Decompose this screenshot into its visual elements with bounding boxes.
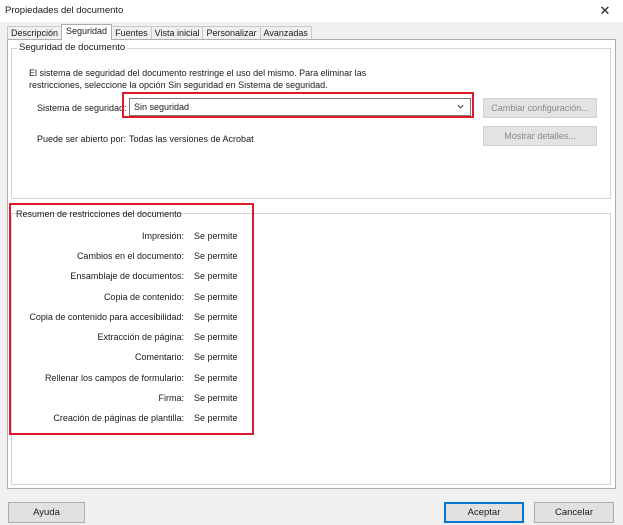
summary-row-value: Se permite (194, 312, 238, 322)
summary-row-label: Comentario: (134, 352, 184, 362)
summary-row-value: Se permite (194, 413, 238, 423)
summary-row-value: Se permite (194, 292, 238, 302)
summary-row-label: Copia de contenido: (103, 292, 184, 302)
summary-title: Resumen de restricciones del documento (16, 209, 182, 219)
open-by-value: Todas las versiones de Acrobat (129, 134, 254, 144)
dialog-body: Descripción Seguridad Fuentes Vista inic… (0, 22, 623, 525)
accept-button[interactable]: Aceptar (444, 502, 524, 523)
open-by-label: Puede ser abierto por: (37, 134, 127, 144)
security-group-title: Seguridad de documento (17, 42, 128, 53)
summary-row: Creación de páginas de plantilla: Se per… (0, 413, 360, 425)
security-system-label: Sistema de seguridad: (37, 103, 127, 113)
summary-row-value: Se permite (194, 352, 238, 362)
summary-row: Ensamblaje de documentos: Se permite (0, 271, 360, 283)
summary-row-label: Rellenar los campos de formulario: (44, 373, 184, 383)
summary-row-value: Se permite (194, 332, 238, 342)
cancel-button[interactable]: Cancelar (534, 502, 614, 523)
show-details-button[interactable]: Mostrar detalles... (483, 126, 597, 146)
summary-row: Impresión: Se permite (0, 231, 360, 243)
summary-row-value: Se permite (194, 393, 238, 403)
summary-row-value: Se permite (194, 231, 238, 241)
summary-row-label: Ensamblaje de documentos: (70, 271, 184, 281)
summary-row: Copia de contenido para accesibilidad: S… (0, 312, 360, 324)
change-settings-button[interactable]: Cambiar configuración... (483, 98, 597, 118)
tab-descripcion[interactable]: Descripción (7, 26, 63, 40)
title-bar: Propiedades del documento ✕ (0, 0, 623, 22)
chevron-down-icon (455, 102, 465, 112)
summary-row-value: Se permite (194, 271, 238, 281)
summary-row-label: Creación de páginas de plantilla: (53, 413, 184, 423)
tab-strip: Descripción Seguridad Fuentes Vista inic… (7, 24, 312, 40)
summary-row: Rellenar los campos de formulario: Se pe… (0, 373, 360, 385)
summary-row: Firma: Se permite (0, 393, 360, 405)
tab-vista-inicial[interactable]: Vista inicial (150, 26, 204, 40)
summary-row-label: Cambios en el documento: (76, 251, 184, 261)
tab-avanzadas[interactable]: Avanzadas (259, 26, 312, 40)
summary-row-label: Firma: (158, 393, 185, 403)
summary-row: Copia de contenido: Se permite (0, 292, 360, 304)
summary-row-label: Copia de contenido para accesibilidad: (29, 312, 184, 322)
tab-seguridad[interactable]: Seguridad (61, 24, 113, 40)
security-system-dropdown[interactable]: Sin seguridad (129, 98, 471, 116)
summary-row: Extracción de página: Se permite (0, 332, 360, 344)
summary-row-label: Impresión: (141, 231, 184, 241)
tab-personalizar[interactable]: Personalizar (202, 26, 261, 40)
summary-row-value: Se permite (194, 373, 238, 383)
summary-row: Cambios en el documento: Se permite (0, 251, 360, 263)
tab-fuentes[interactable]: Fuentes (111, 26, 152, 40)
window-title: Propiedades del documento (5, 5, 124, 16)
help-button[interactable]: Ayuda (8, 502, 85, 523)
close-icon[interactable]: ✕ (595, 2, 615, 20)
security-description: El sistema de seguridad del documento re… (29, 68, 367, 90)
security-group: Seguridad de documento El sistema de seg… (11, 42, 611, 199)
summary-row-label: Extracción de página: (97, 332, 184, 342)
summary-row-value: Se permite (194, 251, 238, 261)
summary-row: Comentario: Se permite (0, 352, 360, 364)
security-system-value: Sin seguridad (134, 102, 190, 112)
